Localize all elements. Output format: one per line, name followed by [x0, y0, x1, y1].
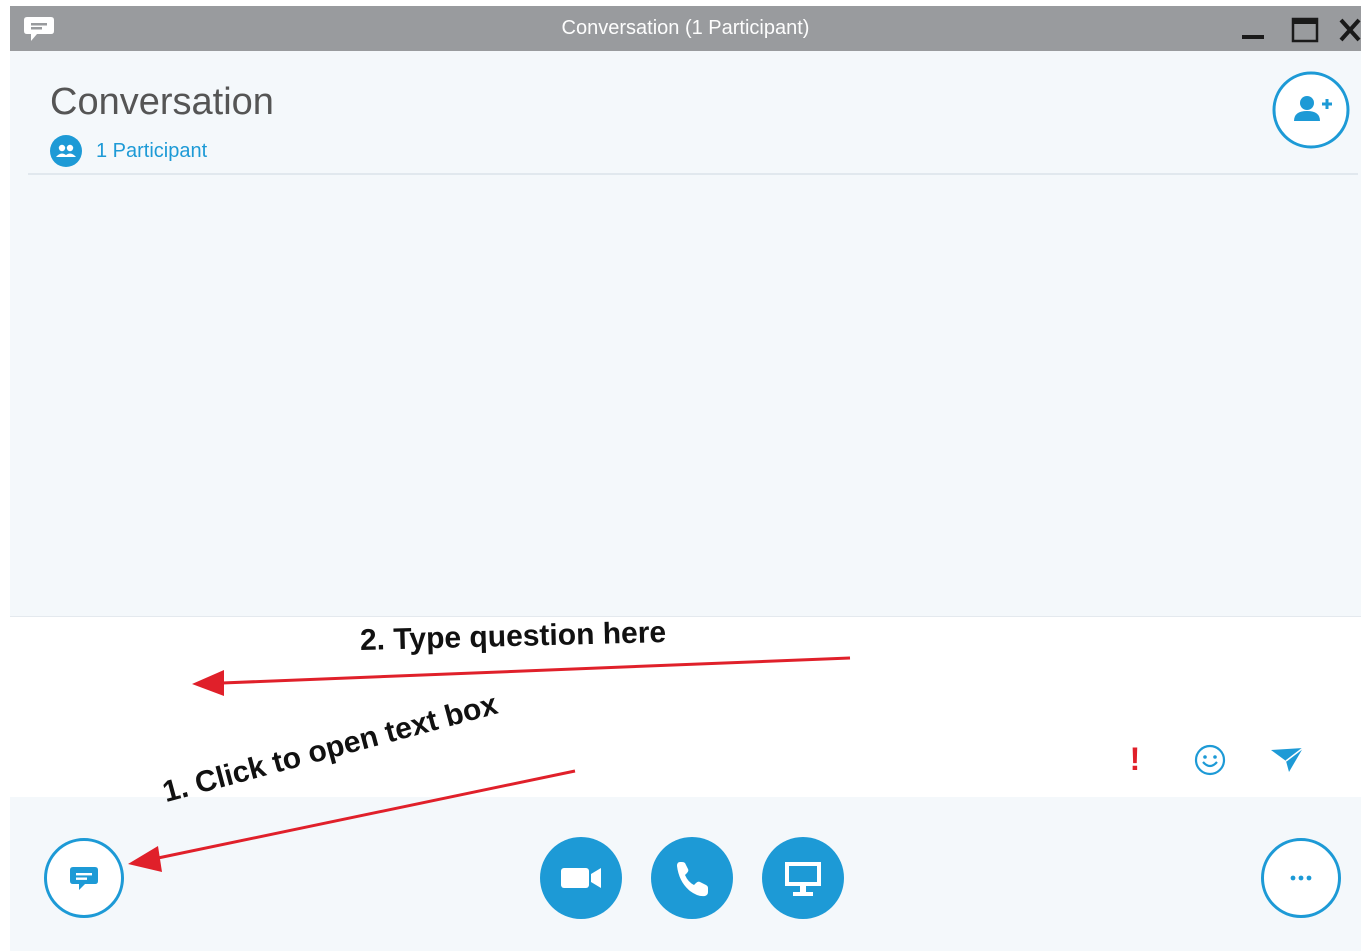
title-bar[interactable]: Conversation (1 Participant): [10, 6, 1361, 51]
window-title: Conversation (1 Participant): [561, 17, 810, 39]
video-camera-icon[interactable]: [539, 836, 623, 920]
more-options-icon[interactable]: [1260, 837, 1342, 919]
minimize-icon[interactable]: [1238, 16, 1268, 44]
close-icon[interactable]: [1335, 16, 1361, 44]
maximize-icon[interactable]: [1290, 16, 1320, 44]
bottom-toolbar: [10, 797, 1361, 951]
conversation-window: Conversation (1 Participant) Conversatio…: [10, 6, 1361, 951]
importance-icon[interactable]: !: [1120, 739, 1150, 779]
send-icon[interactable]: [1269, 744, 1305, 776]
participants-link[interactable]: 1 Participant: [50, 135, 207, 167]
conversation-header: Conversation 1 Participant: [10, 51, 1361, 175]
im-chat-icon[interactable]: [43, 837, 125, 919]
page-title: Conversation: [50, 81, 274, 123]
phone-icon[interactable]: [650, 836, 734, 920]
participants-label[interactable]: 1 Participant: [96, 140, 207, 163]
compose-area: !: [10, 616, 1361, 798]
add-person-icon[interactable]: [1272, 71, 1350, 149]
emoticon-icon[interactable]: [1193, 743, 1227, 777]
message-input[interactable]: [30, 633, 1114, 737]
message-history[interactable]: [10, 175, 1361, 616]
present-screen-icon[interactable]: [761, 836, 845, 920]
people-icon: [50, 135, 82, 167]
